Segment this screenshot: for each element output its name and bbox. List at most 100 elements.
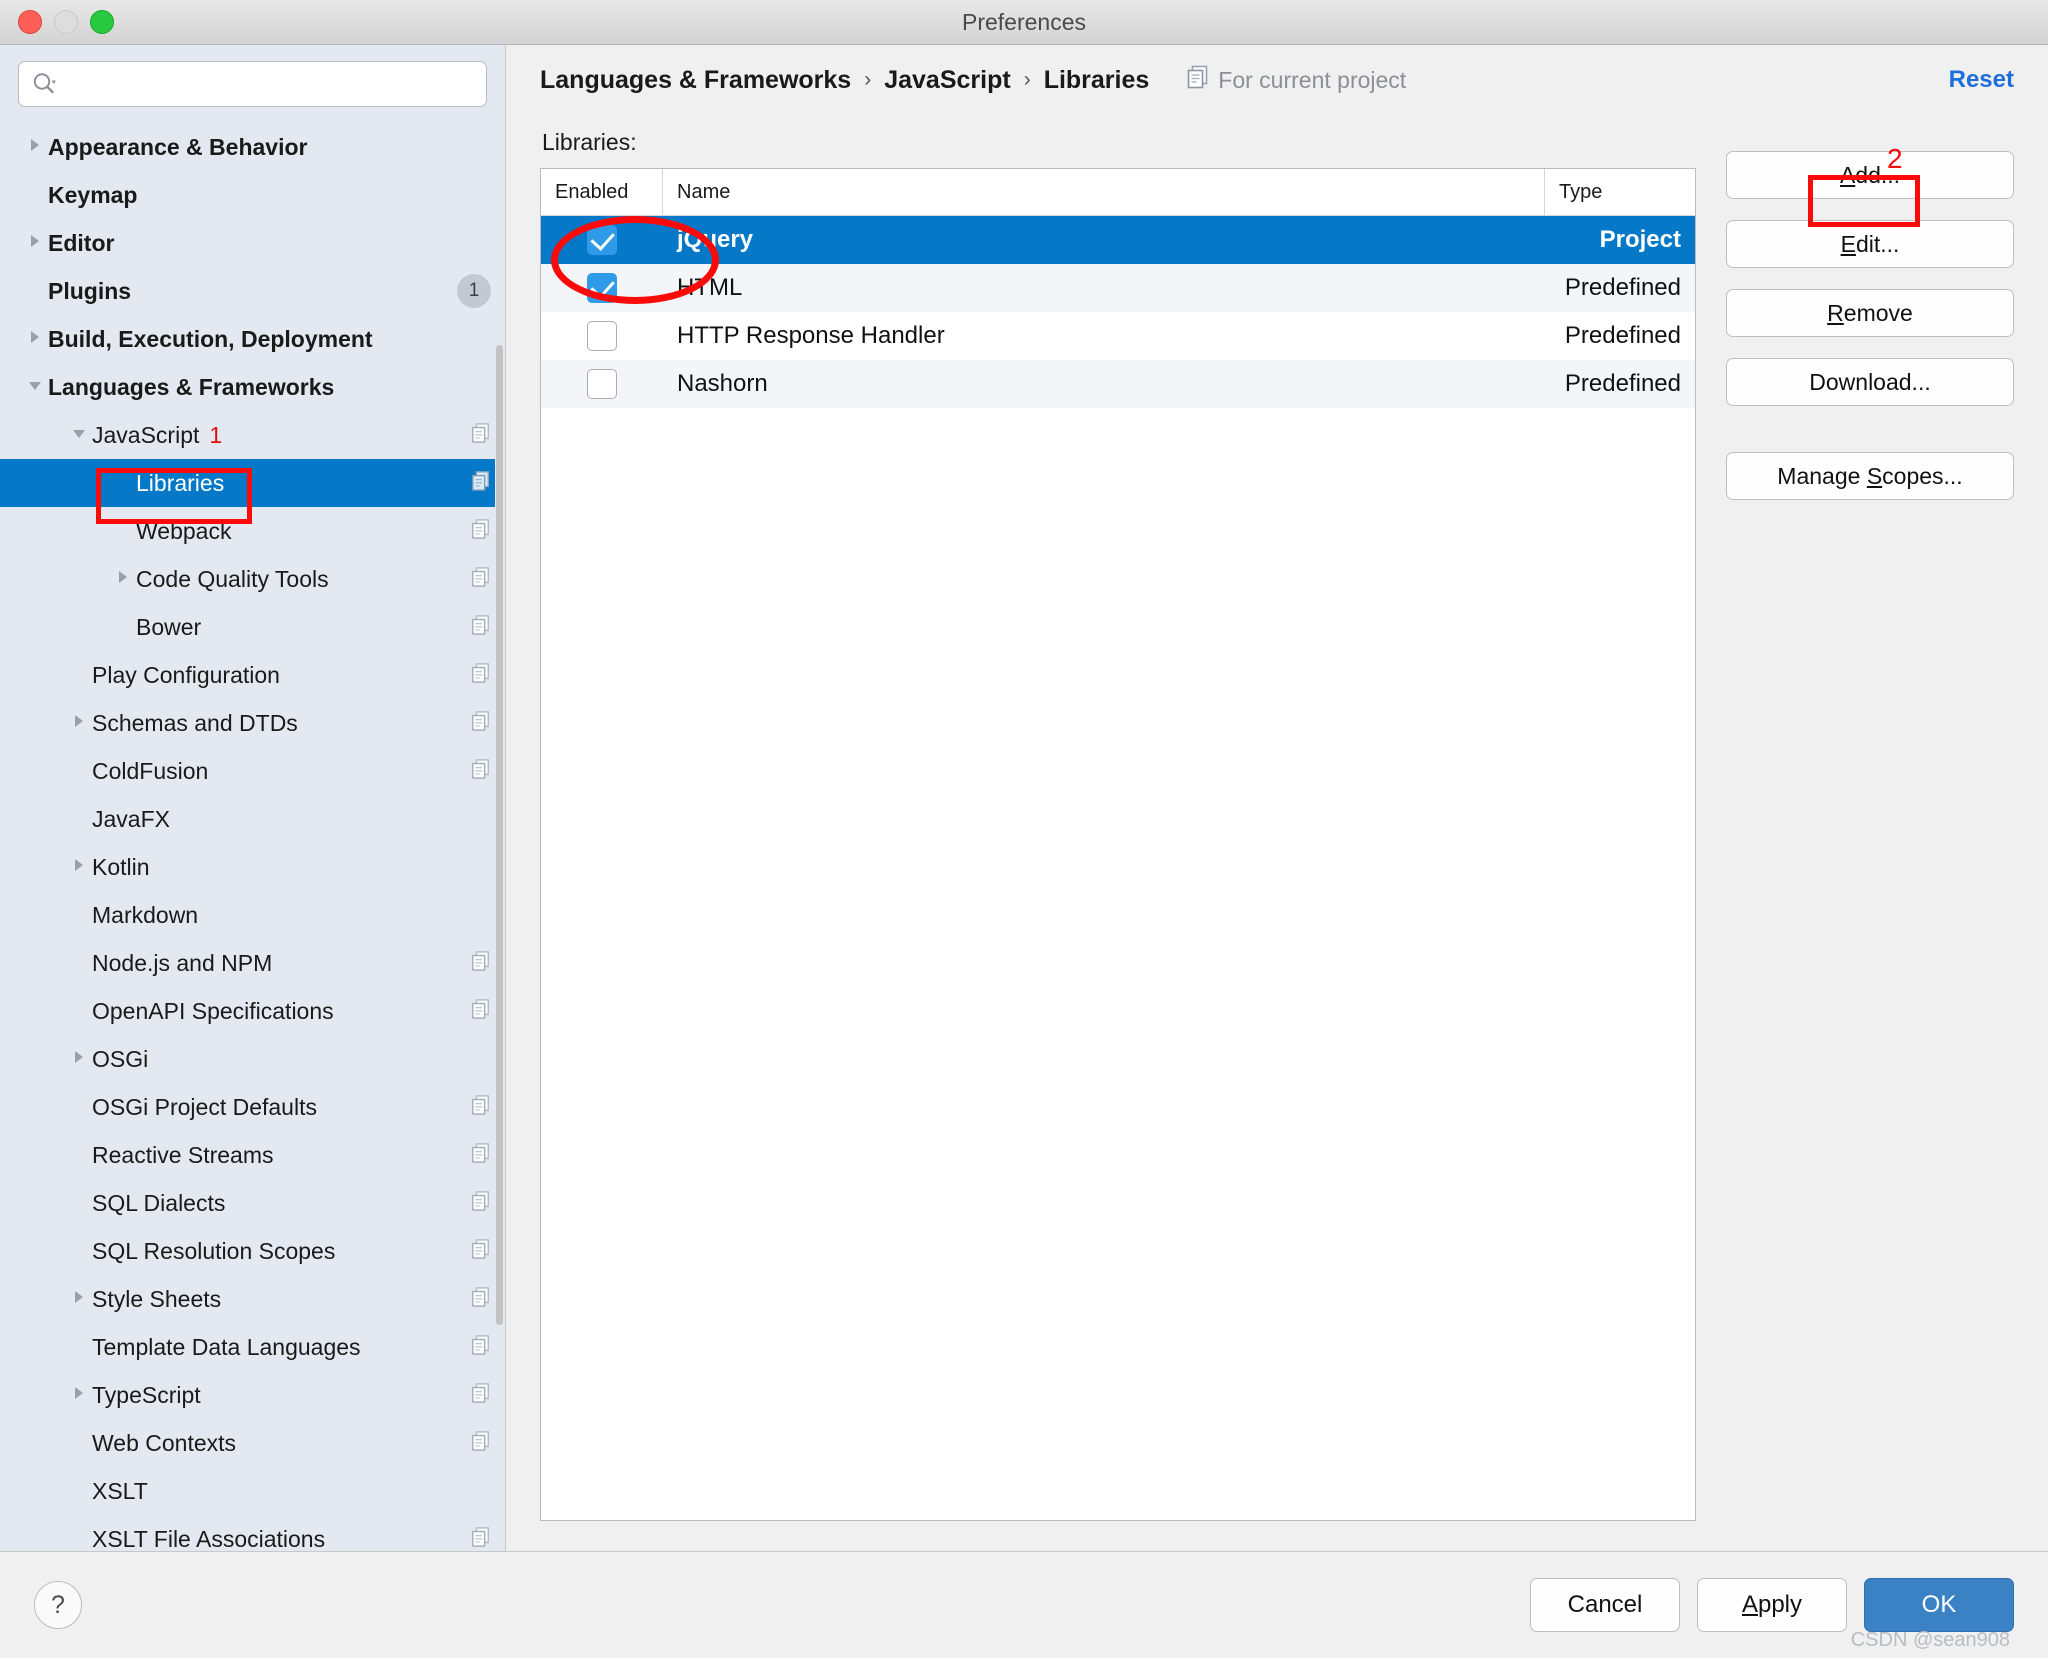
copy-settings-icon[interactable] [471, 1286, 491, 1313]
enabled-checkbox[interactable] [587, 369, 617, 399]
sidebar-item-sql-dialects[interactable]: SQL Dialects [0, 1179, 505, 1227]
chevron-right-icon[interactable] [71, 713, 87, 734]
table-row[interactable]: HTTP Response Handler Predefined [541, 312, 1695, 360]
breadcrumb-item-1[interactable]: JavaScript [884, 66, 1010, 95]
sidebar-item-kotlin[interactable]: Kotlin [0, 843, 505, 891]
sidebar-item-node-js-and-npm[interactable]: Node.js and NPM [0, 939, 505, 987]
chevron-right-icon[interactable] [27, 233, 43, 254]
chevron-down-icon[interactable] [27, 377, 43, 398]
copy-settings-icon[interactable] [471, 1094, 491, 1121]
copy-settings-icon[interactable] [471, 1526, 491, 1552]
sidebar-item-appearance-behavior[interactable]: Appearance & Behavior [0, 123, 505, 171]
sidebar-item-editor[interactable]: Editor [0, 219, 505, 267]
remove-button[interactable]: Remove [1726, 289, 2014, 337]
sidebar-item-style-sheets[interactable]: Style Sheets [0, 1275, 505, 1323]
manage-scopes-button[interactable]: Manage Scopes... [1726, 452, 2014, 500]
button-label: Manage Scopes... [1777, 462, 1963, 489]
cell-library-type: Predefined [1564, 322, 1681, 349]
column-header-name[interactable]: Name [663, 169, 1545, 215]
sidebar-item-languages-frameworks[interactable]: Languages & Frameworks [0, 363, 505, 411]
sidebar-item-xslt[interactable]: XSLT [0, 1467, 505, 1515]
table-row[interactable]: Nashorn Predefined [541, 360, 1695, 408]
breadcrumb-item-0[interactable]: Languages & Frameworks [540, 66, 851, 95]
sidebar-item-label: XSLT [92, 1477, 148, 1504]
sidebar-scrollbar-thumb[interactable] [496, 345, 503, 1325]
copy-settings-icon[interactable] [471, 1142, 491, 1169]
watermark: CSDN @sean908 [1850, 1629, 2010, 1651]
table-row[interactable]: jQuery Project [541, 216, 1695, 264]
copy-settings-icon[interactable] [471, 1382, 491, 1409]
chevron-right-icon[interactable] [27, 329, 43, 350]
sidebar-item-typescript[interactable]: TypeScript [0, 1371, 505, 1419]
sidebar-scrollbar[interactable] [495, 45, 505, 1551]
chevron-right-icon[interactable] [27, 137, 43, 158]
sidebar-item-code-quality-tools[interactable]: Code Quality Tools [0, 555, 505, 603]
sidebar-item-build-execution-deployment[interactable]: Build, Execution, Deployment [0, 315, 505, 363]
sidebar-item-sql-resolution-scopes[interactable]: SQL Resolution Scopes [0, 1227, 505, 1275]
sidebar-item-reactive-streams[interactable]: Reactive Streams [0, 1131, 505, 1179]
window-title: Preferences [961, 9, 1086, 35]
sidebar-item-xslt-file-associations[interactable]: XSLT File Associations [0, 1515, 505, 1551]
column-header-enabled[interactable]: Enabled [541, 169, 663, 215]
copy-settings-icon[interactable] [471, 1430, 491, 1457]
download-button[interactable]: Download... [1726, 358, 2014, 406]
sidebar-item-template-data-languages[interactable]: Template Data Languages [0, 1323, 505, 1371]
sidebar-item-label: OpenAPI Specifications [92, 997, 334, 1024]
copy-settings-icon[interactable] [471, 998, 491, 1025]
enabled-checkbox[interactable] [587, 321, 617, 351]
copy-settings-icon[interactable] [471, 662, 491, 689]
chevron-right-icon[interactable] [71, 1049, 87, 1070]
button-label: Download... [1809, 368, 1931, 395]
sidebar-item-keymap[interactable]: Keymap [0, 171, 505, 219]
chevron-right-icon[interactable] [71, 1385, 87, 1406]
enabled-checkbox[interactable] [587, 225, 617, 255]
copy-settings-icon[interactable] [471, 518, 491, 545]
copy-settings-icon[interactable] [471, 1334, 491, 1361]
sidebar-item-libraries[interactable]: Libraries [0, 459, 505, 507]
copy-settings-icon[interactable] [471, 950, 491, 977]
tree-arrow-slot [66, 1049, 92, 1070]
copy-settings-icon[interactable] [471, 566, 491, 593]
title-bar: Preferences [0, 0, 2048, 45]
copy-settings-icon[interactable] [471, 1238, 491, 1265]
sidebar-item-webpack[interactable]: Webpack [0, 507, 505, 555]
tree-arrow-slot [66, 425, 92, 446]
edit-button[interactable]: Edit... [1726, 220, 2014, 268]
sidebar-item-javascript[interactable]: JavaScript 1 [0, 411, 505, 459]
apply-button[interactable]: Apply [1697, 1578, 1847, 1632]
column-header-type[interactable]: Type [1545, 169, 1695, 215]
breadcrumb-separator: › [1023, 68, 1031, 91]
sidebar-item-play-configuration[interactable]: Play Configuration [0, 651, 505, 699]
sidebar-item-bower[interactable]: Bower [0, 603, 505, 651]
cancel-button[interactable]: Cancel [1530, 1578, 1680, 1632]
reset-link[interactable]: Reset [1949, 66, 2014, 94]
add-button[interactable]: Add... [1726, 151, 2014, 199]
breadcrumb-separator: › [864, 68, 872, 91]
chevron-right-icon[interactable] [115, 569, 131, 590]
chevron-right-icon[interactable] [71, 857, 87, 878]
sidebar-item-coldfusion[interactable]: ColdFusion [0, 747, 505, 795]
enabled-checkbox[interactable] [587, 273, 617, 303]
sidebar-item-plugins[interactable]: Plugins 1 [0, 267, 505, 315]
sidebar-item-osgi[interactable]: OSGi [0, 1035, 505, 1083]
sidebar-item-schemas-and-dtds[interactable]: Schemas and DTDs [0, 699, 505, 747]
ok-button[interactable]: OK [1864, 1578, 2014, 1632]
sidebar-item-web-contexts[interactable]: Web Contexts [0, 1419, 505, 1467]
copy-settings-icon[interactable] [471, 1190, 491, 1217]
copy-settings-icon[interactable] [471, 758, 491, 785]
search-input[interactable] [63, 72, 474, 96]
sidebar-item-openapi-specifications[interactable]: OpenAPI Specifications [0, 987, 505, 1035]
sidebar-item-osgi-project-defaults[interactable]: OSGi Project Defaults [0, 1083, 505, 1131]
sidebar-item-javafx[interactable]: JavaFX [0, 795, 505, 843]
copy-settings-icon[interactable] [471, 614, 491, 641]
table-row[interactable]: HTML Predefined [541, 264, 1695, 312]
footer-buttons: Cancel Apply OK [1530, 1578, 2014, 1632]
search-box[interactable] [18, 61, 487, 107]
copy-settings-icon[interactable] [471, 710, 491, 737]
copy-settings-icon[interactable] [471, 422, 491, 449]
chevron-right-icon[interactable] [71, 1289, 87, 1310]
copy-settings-icon[interactable] [471, 470, 491, 497]
help-button[interactable]: ? [34, 1581, 82, 1629]
chevron-down-icon[interactable] [71, 425, 87, 446]
sidebar-item-markdown[interactable]: Markdown [0, 891, 505, 939]
